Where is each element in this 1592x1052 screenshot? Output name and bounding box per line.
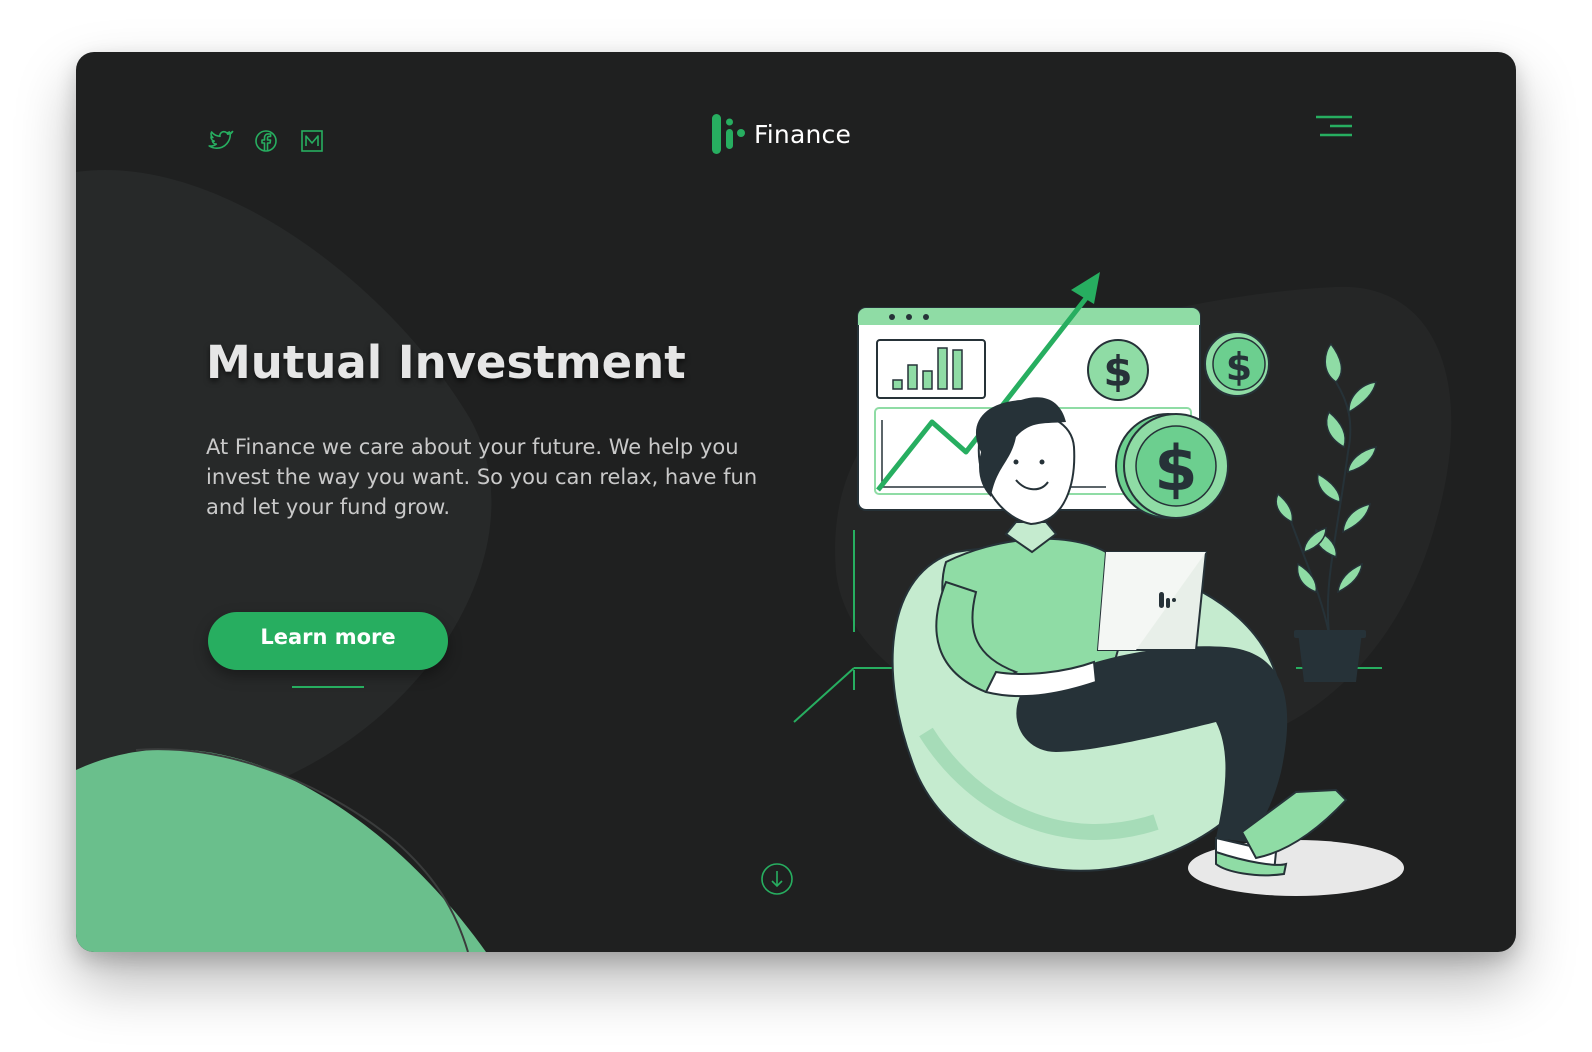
coin-large: $: [1115, 413, 1229, 519]
investor-illustration: $ $ $: [793, 272, 1404, 896]
finance-logo-icon: [712, 114, 745, 154]
hero-title: Mutual Investment: [206, 336, 686, 389]
brand-name: Finance: [754, 119, 852, 149]
hero-description: At Finance we care about your future. We…: [206, 435, 758, 519]
background-wave: [76, 749, 486, 952]
cta-underline: [292, 686, 364, 688]
svg-text:$: $: [1226, 345, 1252, 389]
facebook-icon[interactable]: [252, 126, 280, 154]
hero-card: Finance Mutual Investment At Finance we …: [76, 52, 1516, 952]
medium-icon[interactable]: [298, 126, 326, 154]
twitter-icon[interactable]: [206, 126, 234, 154]
plant: [1275, 342, 1377, 682]
social-links: [206, 126, 326, 154]
coin-small: $: [1204, 331, 1270, 397]
svg-text:$: $: [1103, 347, 1132, 396]
svg-text:$: $: [1154, 432, 1197, 505]
learn-more-button[interactable]: Learn more: [208, 612, 448, 670]
hamburger-menu-icon[interactable]: [1314, 114, 1354, 140]
brand-logo-link[interactable]: Finance: [710, 112, 851, 156]
